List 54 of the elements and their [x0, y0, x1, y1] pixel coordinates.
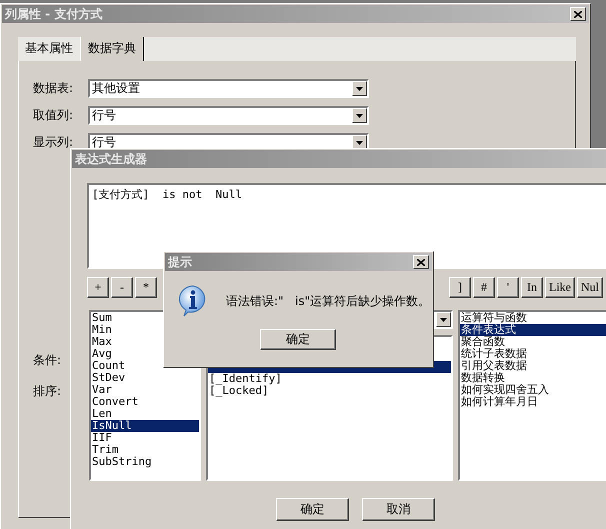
list-item[interactable]: Var: [91, 384, 199, 396]
operator-button[interactable]: #: [473, 277, 495, 298]
operator-button[interactable]: Nul: [577, 277, 603, 298]
list-item[interactable]: 引用父表数据: [460, 360, 606, 372]
dropdown-field[interactable]: 其他设置: [88, 79, 369, 98]
close-icon: [417, 258, 425, 266]
field-label: 数据表:: [33, 80, 74, 97]
list-item[interactable]: 条件表达式: [460, 324, 606, 336]
list-item[interactable]: 聚合函数: [460, 336, 606, 348]
list-item[interactable]: StDev: [91, 372, 199, 384]
list-item[interactable]: 统计子表数据: [460, 348, 606, 360]
ok-button[interactable]: 确定: [260, 329, 336, 350]
list-item[interactable]: [_Identify]: [208, 373, 451, 385]
list-item[interactable]: 如何实现四舍五入: [460, 384, 606, 396]
dropdown-field[interactable]: 行号: [88, 106, 369, 125]
tab[interactable]: 数据字典: [80, 37, 144, 61]
operator-button[interactable]: *: [135, 277, 157, 298]
list-item[interactable]: Trim: [91, 444, 199, 456]
window-title: 列属性 - 支付方式: [5, 6, 102, 22]
caret-icon: [356, 140, 363, 144]
close-button[interactable]: [413, 255, 429, 269]
caret-icon: [356, 114, 363, 118]
alert-message: 语法错误:" is"运算符后缺少操作数。: [226, 292, 430, 310]
close-button[interactable]: [570, 7, 586, 21]
close-icon: [574, 10, 582, 18]
operator-button[interactable]: Like: [545, 277, 575, 298]
list-item[interactable]: [_Locked]: [208, 385, 451, 397]
dropdown-button[interactable]: [352, 108, 367, 123]
operator-button[interactable]: In: [521, 277, 543, 298]
window-title: 表达式生成器: [75, 150, 147, 168]
dialog-button[interactable]: 取消: [362, 498, 435, 521]
caret-icon: [440, 318, 447, 322]
dropdown-button[interactable]: [352, 81, 367, 96]
caret-icon: [356, 86, 363, 90]
dropdown-button[interactable]: [436, 312, 451, 327]
operator-button[interactable]: +: [87, 277, 109, 298]
list-item[interactable]: 数据转换: [460, 372, 606, 384]
field-label: 显示列:: [33, 134, 74, 151]
field-label: 条件:: [33, 352, 62, 369]
list-item[interactable]: 运算符与函数: [460, 312, 606, 324]
list-item[interactable]: Convert: [91, 396, 199, 408]
dialog-button[interactable]: 确定: [276, 498, 349, 521]
list-item[interactable]: IsNull: [91, 420, 199, 432]
operator-button[interactable]: ]: [449, 277, 471, 298]
operator-button[interactable]: ': [497, 277, 519, 298]
operator-button[interactable]: -: [111, 277, 133, 298]
field-label: 取值列:: [33, 107, 74, 124]
list-item[interactable]: IIF: [91, 432, 199, 444]
info-icon: [178, 285, 208, 317]
field-label: 排序:: [33, 383, 62, 400]
list-item[interactable]: Len: [91, 408, 199, 420]
list-item[interactable]: 如何计算年月日: [460, 396, 606, 408]
list-item[interactable]: SubString: [91, 456, 199, 468]
window-title: 提示: [168, 254, 192, 270]
